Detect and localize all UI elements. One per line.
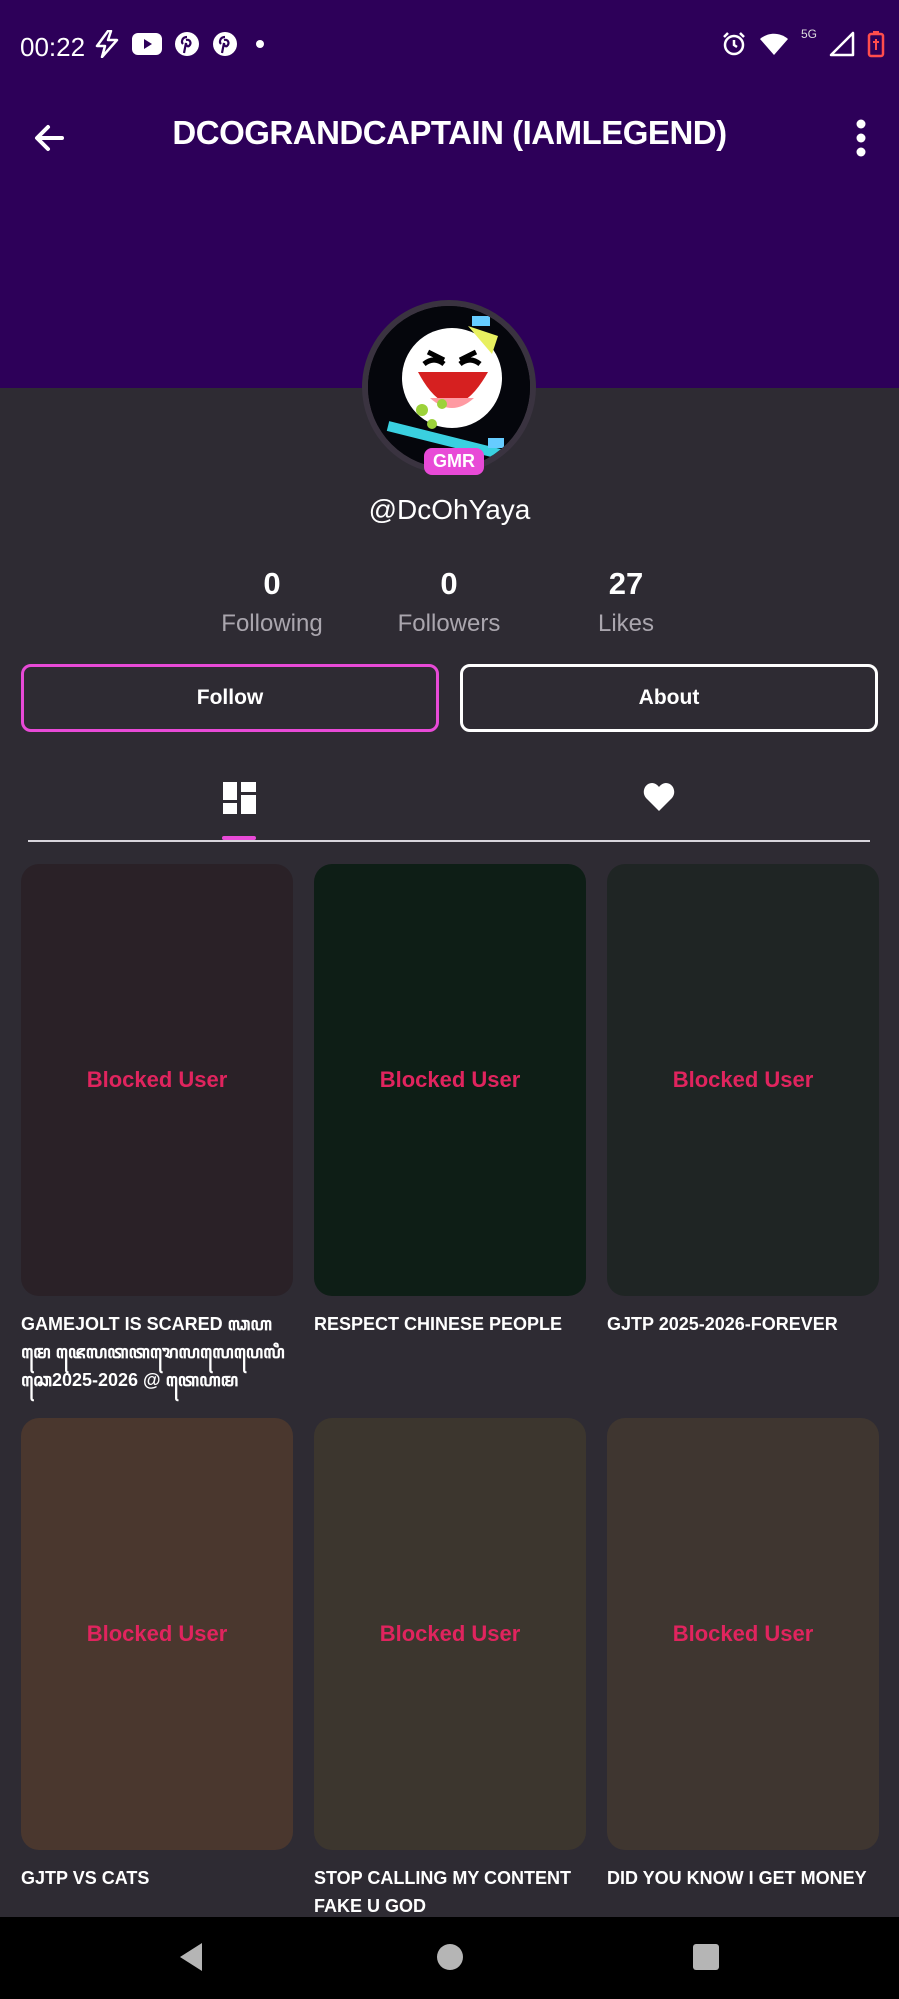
follow-button[interactable]: Follow bbox=[21, 664, 439, 732]
nav-recents-icon[interactable] bbox=[693, 1944, 719, 1970]
about-button[interactable]: About bbox=[460, 664, 878, 732]
post-caption[interactable]: GAMEJOLT IS SCARED ꦓꦲꦩꦺ ꦗꦺꦭꦠꦠꦫꦺꦭꦭꦺꦥꦺꦭꦶꦕꦺ… bbox=[21, 1310, 293, 1394]
active-tab-indicator bbox=[222, 836, 256, 840]
status-notification-icons bbox=[94, 30, 270, 58]
avatar-image bbox=[368, 306, 530, 468]
system-nav-bar bbox=[0, 1917, 899, 1999]
more-vert-icon[interactable] bbox=[853, 116, 869, 160]
nav-back-icon[interactable] bbox=[178, 1941, 204, 1973]
arrow-back-icon[interactable] bbox=[30, 118, 70, 158]
post-caption[interactable]: DID YOU KNOW I GET MONEY bbox=[607, 1864, 879, 1892]
post-caption[interactable]: RESPECT CHINESE PEOPLE bbox=[314, 1310, 586, 1338]
post-card[interactable]: Blocked User bbox=[314, 1418, 586, 1850]
stat-label: Followers bbox=[397, 610, 501, 637]
post-caption[interactable]: GJTP 2025-2026-FOREVER bbox=[607, 1310, 879, 1338]
grid-icon[interactable] bbox=[222, 780, 258, 816]
username: @DcOhYaya bbox=[368, 494, 531, 525]
blocked-user-label: Blocked User bbox=[672, 1067, 814, 1092]
nav-home-icon[interactable] bbox=[437, 1944, 463, 1970]
status-system-icons: 5G bbox=[721, 27, 885, 58]
gmr-badge: GMR bbox=[424, 448, 484, 475]
pinterest-icon bbox=[213, 32, 237, 56]
heart-icon[interactable] bbox=[642, 780, 676, 814]
stat-label: Likes bbox=[597, 610, 655, 637]
status-time: 00:22 bbox=[20, 32, 86, 62]
content-tabs bbox=[28, 770, 870, 842]
dot-icon bbox=[256, 40, 264, 48]
network-label: 5G bbox=[800, 27, 817, 41]
stat-value: 27 bbox=[608, 566, 644, 601]
stat-likes[interactable]: 27 Likes bbox=[546, 566, 706, 638]
bolt-icon bbox=[95, 30, 119, 58]
stat-label: Following bbox=[221, 610, 323, 637]
stat-following[interactable]: 0 Following bbox=[192, 566, 352, 638]
post-card[interactable]: Blocked User bbox=[607, 864, 879, 1296]
post-caption[interactable]: GJTP VS CATS bbox=[21, 1864, 293, 1892]
wifi-icon bbox=[759, 33, 788, 55]
pinterest-icon bbox=[175, 32, 199, 56]
blocked-user-label: Blocked User bbox=[672, 1621, 814, 1646]
battery-icon bbox=[867, 31, 885, 58]
blocked-user-label: Blocked User bbox=[379, 1621, 521, 1646]
stat-value: 0 bbox=[440, 566, 458, 601]
blocked-user-label: Blocked User bbox=[379, 1067, 521, 1092]
blocked-user-label: Blocked User bbox=[86, 1067, 228, 1092]
youtube-icon bbox=[132, 33, 162, 55]
post-card[interactable]: Blocked User bbox=[314, 864, 586, 1296]
post-card[interactable]: Blocked User bbox=[607, 1418, 879, 1850]
page-title: DCOGRANDCAPTAIN (IAMLEGEND) bbox=[172, 114, 727, 151]
post-caption[interactable]: STOP CALLING MY CONTENT FAKE U GOD bbox=[314, 1864, 586, 1920]
post-card[interactable]: Blocked User bbox=[21, 864, 293, 1296]
blocked-user-label: Blocked User bbox=[86, 1621, 228, 1646]
post-card[interactable]: Blocked User bbox=[21, 1418, 293, 1850]
stat-value: 0 bbox=[263, 566, 281, 601]
signal-icon bbox=[829, 31, 855, 57]
stat-followers[interactable]: 0 Followers bbox=[369, 566, 529, 638]
status-bar: 00:22 5G bbox=[0, 0, 899, 96]
alarm-icon bbox=[723, 32, 745, 56]
avatar[interactable]: GMR bbox=[362, 300, 536, 475]
